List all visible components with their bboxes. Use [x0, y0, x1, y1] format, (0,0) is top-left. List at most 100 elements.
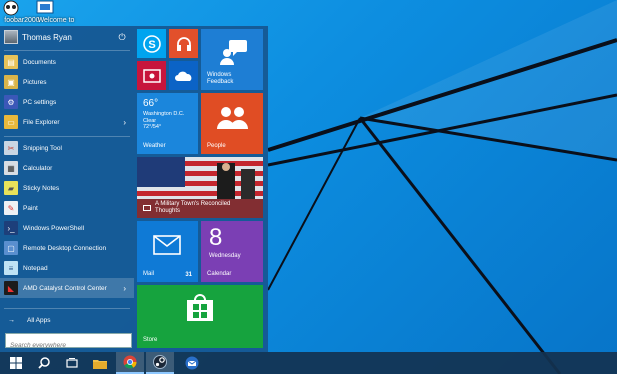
remote-desktop-icon: ▢: [4, 241, 18, 255]
start-item-label: Documents: [23, 58, 56, 66]
start-item-label: Pictures: [23, 78, 47, 86]
calendar-day: 8: [209, 224, 223, 251]
notepad-icon: ≡: [4, 261, 18, 275]
tile-video[interactable]: [137, 61, 166, 90]
taskbar: [0, 352, 617, 374]
start-item-remote-desktop[interactable]: ▢ Remote Desktop Connection: [0, 238, 134, 258]
task-view-button[interactable]: [58, 352, 86, 374]
documents-icon: ▤: [4, 55, 18, 69]
tile-news[interactable]: A Military Town's Reconciled Thoughts: [137, 157, 263, 218]
news-headline: A Military Town's Reconciled: [155, 201, 231, 207]
start-item-sticky-notes[interactable]: ▰ Sticky Notes: [0, 178, 134, 198]
search-button[interactable]: [30, 352, 58, 374]
mail-count-badge: 31: [185, 272, 192, 278]
start-item-label: Paint: [23, 204, 38, 212]
start-menu: Thomas Ryan ⏻ ▤ Documents ▣ Pictures ⚙ P…: [0, 26, 268, 352]
amd-icon: ◣: [4, 281, 18, 295]
start-item-file-explorer[interactable]: ▭ File Explorer ›: [0, 112, 134, 132]
steam-icon: [153, 355, 167, 369]
tile-label: Feedback: [207, 79, 234, 85]
start-item-label: Snipping Tool: [23, 144, 62, 152]
paint-icon: ✎: [4, 201, 18, 215]
windows-logo-icon: [10, 357, 22, 369]
folder-icon: ▭: [4, 115, 18, 129]
start-item-paint[interactable]: ✎ Paint: [0, 198, 134, 218]
tile-people[interactable]: People: [201, 93, 263, 154]
tile-music[interactable]: [169, 29, 198, 58]
start-item-pc-settings[interactable]: ⚙ PC settings: [0, 92, 134, 112]
tile-weather[interactable]: 66° Washington D.C. Clear 72°/54° Weathe…: [137, 93, 198, 154]
power-icon[interactable]: ⏻: [116, 31, 128, 43]
tile-onedrive[interactable]: [169, 61, 198, 90]
start-item-label: File Explorer: [23, 118, 60, 126]
folder-icon: [93, 359, 107, 369]
tile-label: Calendar: [207, 271, 232, 277]
store-icon: [187, 294, 213, 321]
divider: [4, 50, 130, 51]
user-name: Thomas Ryan: [22, 32, 72, 42]
chrome-button[interactable]: [116, 352, 144, 374]
search-input[interactable]: [6, 339, 131, 352]
news-icon: [143, 205, 151, 211]
gear-icon: ⚙: [4, 95, 18, 109]
start-menu-left: Thomas Ryan ⏻ ▤ Documents ▣ Pictures ⚙ P…: [0, 26, 134, 352]
start-item-snipping-tool[interactable]: ✂ Snipping Tool: [0, 138, 134, 158]
chevron-right-icon[interactable]: ›: [123, 118, 126, 127]
start-button[interactable]: [2, 352, 30, 374]
desktop-icon-welcome[interactable]: Welcome to: [34, 0, 78, 25]
sticky-notes-icon: ▰: [4, 181, 18, 195]
divider: [4, 136, 130, 137]
all-apps-button[interactable]: → All Apps: [0, 312, 134, 328]
start-item-documents[interactable]: ▤ Documents: [0, 52, 134, 72]
pictures-icon: ▣: [4, 75, 18, 89]
start-item-calculator[interactable]: ▦ Calculator: [0, 158, 134, 178]
arrow-right-icon: →: [8, 316, 15, 324]
avatar: [4, 30, 18, 44]
desktop-icon-label: Welcome to: [37, 17, 75, 24]
weather-temp: 66°: [143, 98, 159, 109]
start-item-notepad[interactable]: ≡ Notepad: [0, 258, 134, 278]
calendar-weekday: Wednesday: [209, 253, 241, 259]
start-item-label: AMD Catalyst Control Center: [23, 284, 107, 292]
powershell-icon: ›_: [4, 221, 18, 235]
welcome-icon: [36, 0, 67, 16]
start-item-amd-catalyst[interactable]: ◣ AMD Catalyst Control Center ›: [0, 278, 134, 298]
tile-skype[interactable]: S: [137, 29, 166, 58]
mail-icon: [153, 235, 181, 255]
svg-text:S: S: [148, 39, 155, 51]
thunderbird-icon: [185, 356, 199, 370]
scissors-icon: ✂: [4, 141, 18, 155]
tile-calendar[interactable]: 8 Wednesday Calendar: [201, 221, 263, 282]
cloud-icon: [174, 71, 191, 81]
chevron-right-icon[interactable]: ›: [123, 284, 126, 293]
headphones-icon: [176, 36, 191, 51]
skype-icon: S: [142, 34, 161, 53]
thunderbird-button[interactable]: [178, 352, 206, 374]
start-item-pictures[interactable]: ▣ Pictures: [0, 72, 134, 92]
chrome-icon: [123, 355, 137, 369]
tile-label: Store: [143, 337, 158, 343]
video-icon: [142, 68, 161, 83]
weather-range: 72°/54°: [143, 124, 162, 130]
start-item-label: PC settings: [23, 98, 57, 106]
start-item-label: Windows PowerShell: [23, 224, 85, 232]
steam-button[interactable]: [146, 352, 174, 374]
start-item-powershell[interactable]: ›_ Windows PowerShell: [0, 218, 134, 238]
tile-label: Windows: [207, 72, 232, 78]
tile-store[interactable]: Store: [137, 285, 263, 348]
calculator-icon: ▦: [4, 161, 18, 175]
search-box[interactable]: [5, 333, 132, 352]
weather-city: Washington D.C.: [143, 111, 185, 117]
tile-mail[interactable]: Mail 31: [137, 221, 198, 282]
tile-label: Weather: [143, 143, 166, 149]
tile-label: Mail: [143, 271, 155, 277]
tile-windows-feedback[interactable]: Windows Feedback: [201, 29, 263, 90]
file-explorer-button[interactable]: [86, 352, 114, 374]
all-apps-label: All Apps: [27, 316, 51, 324]
start-item-label: Notepad: [23, 264, 48, 272]
foobar-icon: [3, 0, 33, 16]
user-account[interactable]: Thomas Ryan ⏻: [0, 26, 134, 48]
start-item-label: Sticky Notes: [23, 184, 60, 192]
news-headline: Thoughts: [155, 208, 181, 214]
search-icon: [38, 357, 50, 369]
